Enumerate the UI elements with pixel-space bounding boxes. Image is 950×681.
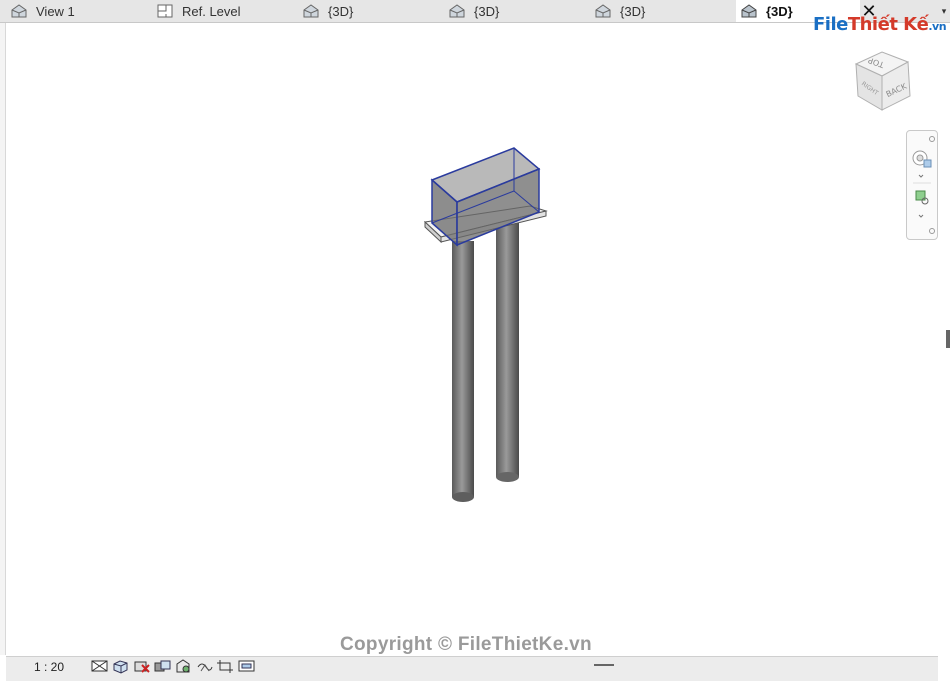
3d-house-icon bbox=[303, 4, 319, 18]
tab-label: {3D} bbox=[328, 3, 354, 19]
tab-label: View 1 bbox=[36, 3, 75, 19]
pile-cap-selected[interactable] bbox=[430, 147, 541, 247]
tab-ref-level[interactable]: Ref. Level bbox=[156, 0, 296, 22]
navbar-tools bbox=[912, 136, 935, 234]
tab-3d-3[interactable]: {3D} bbox=[594, 0, 734, 22]
steering-wheel-icon[interactable] bbox=[912, 150, 932, 178]
pile-front[interactable] bbox=[452, 241, 474, 502]
navigation-bar bbox=[906, 130, 938, 240]
view-control-bar: 1 : 20 bbox=[6, 656, 938, 681]
tab-3d-1[interactable]: {3D} bbox=[302, 0, 442, 22]
tab-label: {3D} bbox=[766, 3, 793, 19]
floor-plan-icon bbox=[157, 4, 173, 18]
lock-3d-view-icon[interactable] bbox=[195, 658, 214, 674]
tab-label: {3D} bbox=[474, 3, 500, 19]
watermark-logo: FileThiết Kế.vn bbox=[813, 14, 947, 35]
tab-label: {3D} bbox=[620, 3, 646, 19]
shadows-icon[interactable] bbox=[153, 658, 172, 674]
logo-part-vn: .vn bbox=[928, 20, 947, 33]
model-view bbox=[423, 147, 548, 502]
tab-label: Ref. Level bbox=[182, 3, 241, 19]
pile-back[interactable] bbox=[496, 219, 519, 482]
render-dialog-icon[interactable] bbox=[174, 658, 193, 674]
horizontal-scroll-handle[interactable] bbox=[594, 664, 614, 666]
viewcube[interactable]: TOP RIGHT BACK bbox=[848, 44, 922, 118]
show-crop-region-icon[interactable] bbox=[237, 658, 256, 674]
tab-view-1[interactable]: View 1 bbox=[10, 0, 150, 22]
visual-style-icon[interactable] bbox=[111, 658, 130, 674]
tab-3d-2[interactable]: {3D} bbox=[448, 0, 588, 22]
3d-house-icon bbox=[11, 4, 27, 18]
crop-view-icon[interactable] bbox=[216, 658, 235, 674]
scroll-handle[interactable] bbox=[946, 330, 950, 348]
zoom-region-icon[interactable] bbox=[915, 190, 929, 218]
sun-path-off-icon[interactable] bbox=[132, 658, 151, 674]
3d-house-icon bbox=[595, 4, 611, 18]
logo-part-thietke: Thiết Kế bbox=[847, 14, 929, 35]
view-control-icons bbox=[90, 658, 256, 674]
logo-part-file: File bbox=[813, 14, 848, 35]
navbar-options-icon[interactable] bbox=[929, 228, 935, 234]
3d-house-icon bbox=[741, 4, 757, 18]
copyright-watermark: Copyright © FileThietKe.vn bbox=[340, 634, 592, 655]
3d-viewport[interactable] bbox=[6, 23, 938, 655]
3d-house-icon bbox=[449, 4, 465, 18]
view-tab-bar: View 1 Ref. Level {3D} {3D} {3D} {3D} ✕ … bbox=[0, 0, 950, 23]
view-scale[interactable]: 1 : 20 bbox=[34, 660, 64, 674]
navbar-close-icon[interactable] bbox=[929, 136, 935, 142]
detail-level-icon[interactable] bbox=[90, 658, 109, 674]
